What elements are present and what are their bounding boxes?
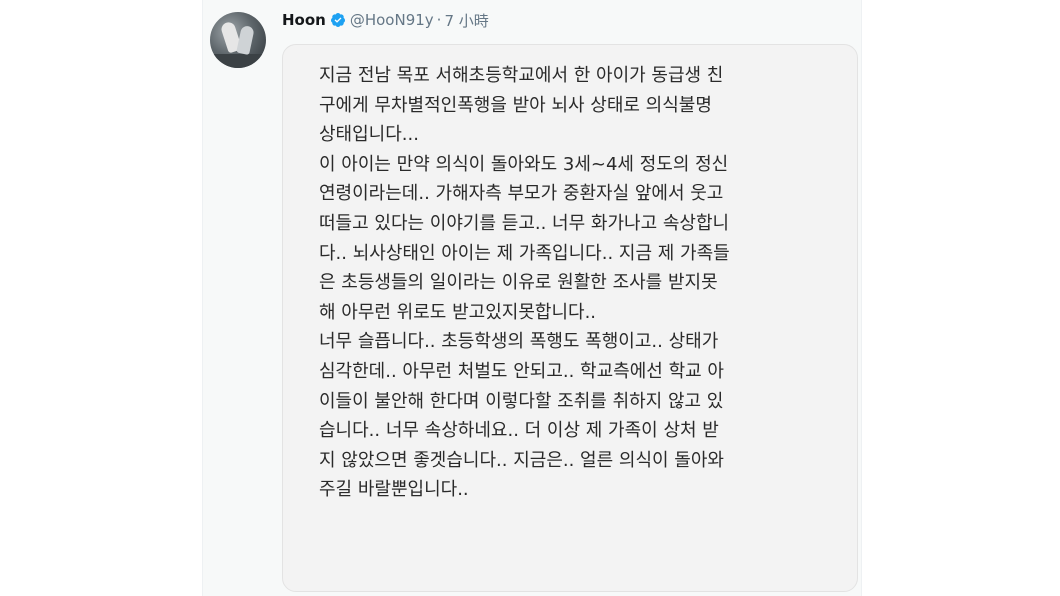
text-line: 다.. 뇌사상태인 아이는 제 가족입니다.. 지금 제 가족들 (319, 242, 730, 264)
tweet-image-card[interactable]: 지금 전남 목포 서해초등학교에서 한 아이가 동급생 친 구에게 무차별적인폭… (282, 44, 858, 592)
text-line: 지 않았으면 좋겟습니다.. 지금은.. 얼른 의식이 돌아와 (319, 449, 724, 471)
author-avatar[interactable] (210, 12, 266, 68)
text-line: 해 아무런 위로도 받고있지못합니다.. (319, 301, 597, 323)
text-line: 이 아이는 만약 의식이 돌아와도 3세~4세 정도의 정신 (319, 153, 729, 175)
text-line: 떠들고 있다는 이야기를 듣고.. 너무 화가나고 속상합니 (319, 212, 730, 234)
separator-dot: · (436, 11, 442, 29)
text-line: 심각한데.. 아무런 처벌도 안되고.. 학교측에선 학교 아 (319, 360, 724, 382)
text-line: 이들이 불안해 한다며 이렇다할 조취를 취하지 않고 있 (319, 390, 724, 412)
avatar-figure (236, 24, 255, 56)
tweet-timestamp[interactable]: 7 小時 (444, 10, 488, 31)
verified-badge-icon (330, 12, 346, 28)
author-handle[interactable]: @HooN91y (350, 11, 434, 29)
tweet-header: Hoon @HooN91y · 7 小時 (282, 9, 489, 31)
text-line: 습니다.. 너무 속상하네요.. 더 이상 제 가족이 상처 받 (319, 420, 719, 442)
text-line: 구에게 무차별적인폭행을 받아 뇌사 상태로 의식불명 (319, 94, 712, 116)
text-line: 지금 전남 목포 서해초등학교에서 한 아이가 동급생 친 (319, 65, 724, 86)
avatar-ground (210, 54, 266, 68)
text-line: 상태입니다... (319, 124, 419, 146)
author-name[interactable]: Hoon (282, 11, 326, 29)
text-line: 은 초등생들의 일이라는 이유로 원활한 조사를 받지못 (319, 272, 718, 294)
text-line: 연령이라는데.. 가해자측 부모가 중환자실 앞에서 웃고 (319, 183, 724, 205)
text-line: 너무 슬픕니다.. 초등학생의 폭행도 폭행이고.. 상태가 (319, 331, 719, 353)
text-line: 주길 바랄뿐입니다.. (319, 479, 469, 501)
tweet-text-body: 지금 전남 목포 서해초등학교에서 한 아이가 동급생 친 구에게 무차별적인폭… (319, 61, 849, 505)
